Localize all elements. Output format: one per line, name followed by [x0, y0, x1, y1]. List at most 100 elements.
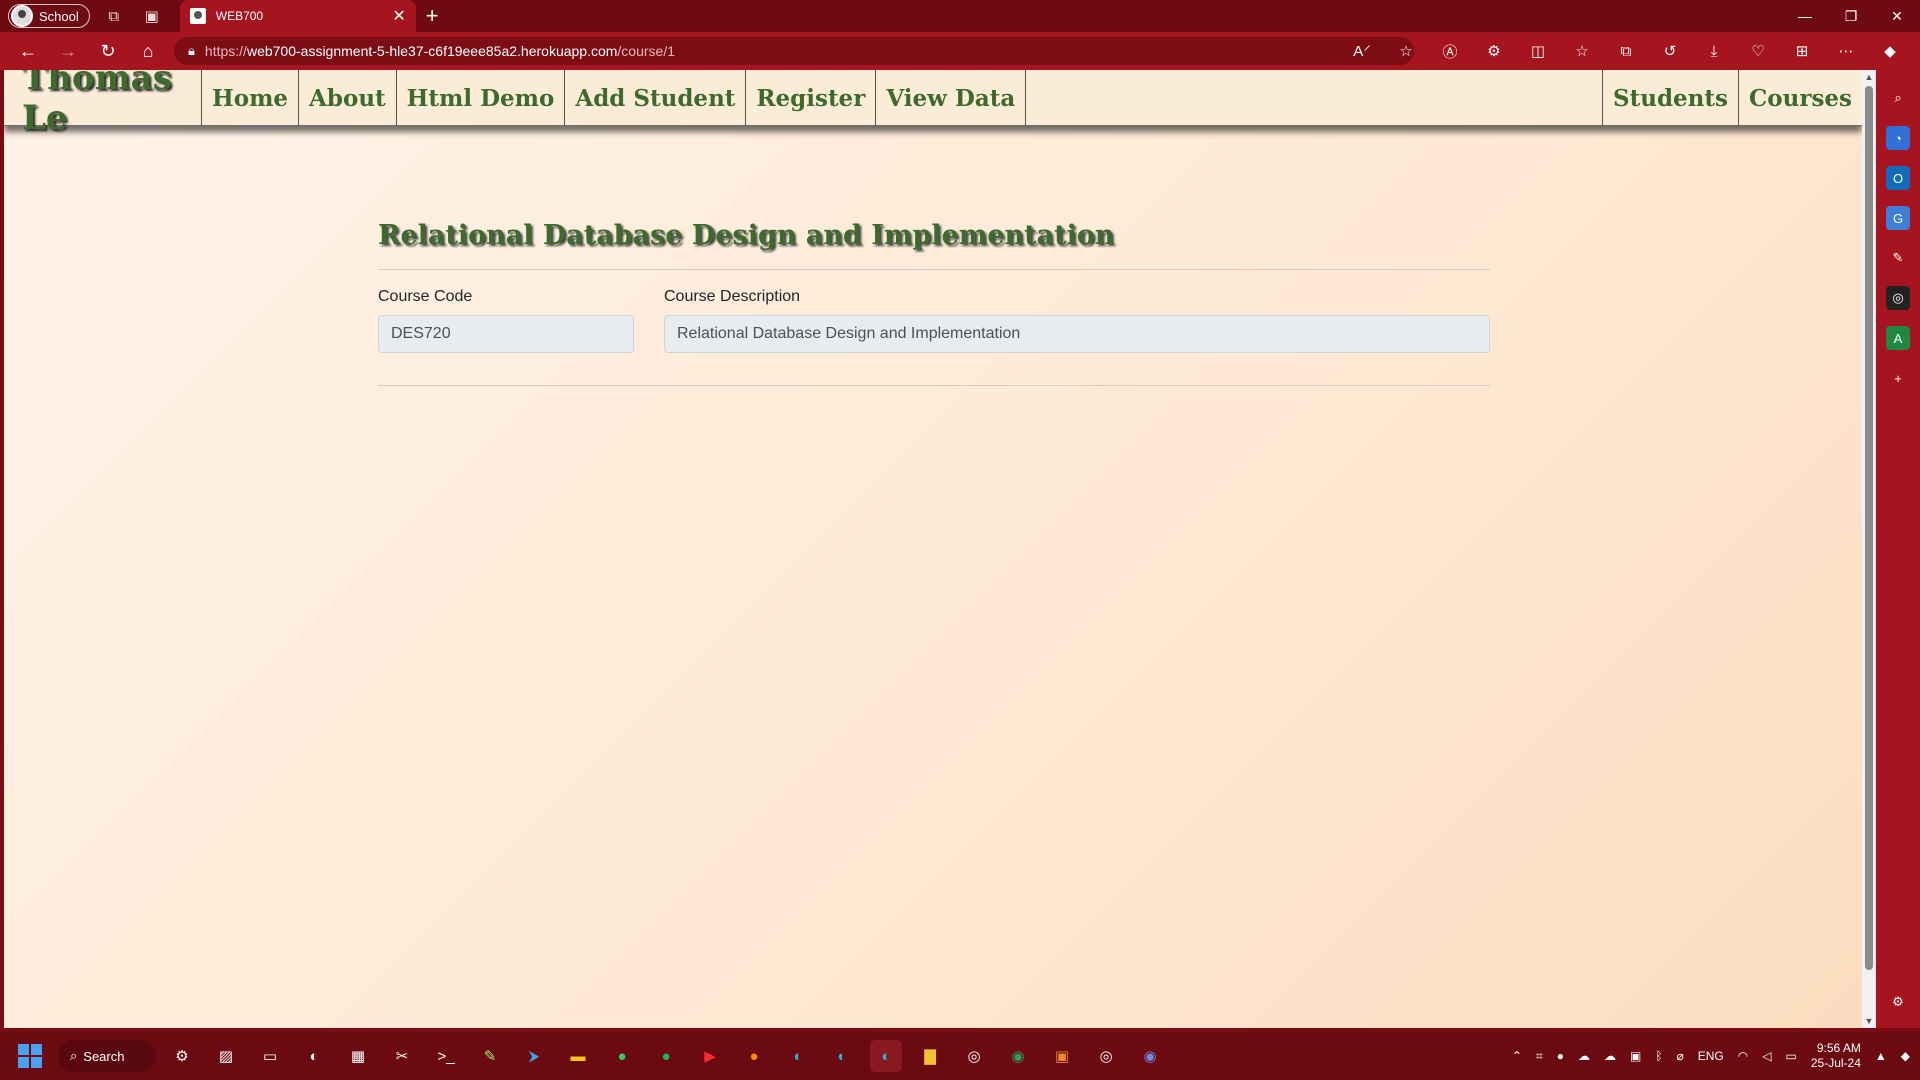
lock-icon[interactable]: 🔒︎: [188, 43, 195, 59]
downloads-icon[interactable]: ⤓: [1692, 43, 1736, 60]
copilot-taskbar-icon[interactable]: ◆: [1901, 1049, 1910, 1063]
snipping-app-icon[interactable]: ✂: [386, 1040, 418, 1072]
course-description-input[interactable]: Relational Database Design and Implement…: [664, 315, 1490, 353]
back-icon[interactable]: ←: [8, 32, 48, 70]
reader-icon[interactable]: Ⓐ: [1428, 41, 1472, 62]
site-navbar: Thomas Le Home About Html Demo Add Stude…: [4, 70, 1862, 138]
new-tab-icon[interactable]: +: [426, 3, 439, 29]
edge-icon[interactable]: ◐: [782, 1040, 814, 1072]
nav-html-demo[interactable]: Html Demo: [397, 70, 566, 126]
cloud-icon[interactable]: ☁: [1578, 1049, 1590, 1063]
wifi-icon[interactable]: ◠: [1738, 1049, 1748, 1063]
taskbar-search-label: Search: [83, 1048, 125, 1064]
vscode-app-icon[interactable]: ⮞: [518, 1040, 550, 1072]
chatgpt-app-icon[interactable]: ◎: [958, 1040, 990, 1072]
sidebar-app-icon[interactable]: A: [1886, 326, 1910, 350]
clock-time: 9:56 AM: [1816, 1041, 1861, 1055]
performance-icon[interactable]: ♡: [1736, 42, 1780, 60]
nav-add-student[interactable]: Add Student: [565, 70, 747, 126]
sidebar-search-icon[interactable]: ⌕: [1886, 86, 1910, 110]
window-controls: — ❐ ✕: [1782, 0, 1920, 32]
spotify-icon[interactable]: ●: [650, 1040, 682, 1072]
notification-bell-icon[interactable]: ▲: [1875, 1049, 1887, 1063]
bluetooth-icon[interactable]: ᛒ: [1655, 1049, 1662, 1063]
toolbar-actions: A⸍ ☆ Ⓐ ⚙ ◫ ☆ ⧉ ↺ ⤓ ♡ ⊞ ⋯ ◆: [1340, 32, 1912, 70]
discord-icon[interactable]: ◉: [1134, 1040, 1166, 1072]
scroll-down-icon[interactable]: ▼: [1862, 1016, 1876, 1026]
scrollbar-thumb[interactable]: [1865, 86, 1873, 970]
calculator-app-icon[interactable]: ▦: [342, 1040, 374, 1072]
sidebar-copilot-icon[interactable]: ◔: [1886, 126, 1910, 150]
charts-app-icon[interactable]: ▇: [914, 1040, 946, 1072]
file-explorer-icon[interactable]: ▬: [562, 1040, 594, 1072]
add-sidebar-app-icon[interactable]: +: [1886, 366, 1910, 390]
mic-icon[interactable]: ●: [1557, 1049, 1564, 1063]
extensions-icon[interactable]: ⚙: [1472, 42, 1516, 60]
desktop-app-icon[interactable]: ▭: [254, 1040, 286, 1072]
more-icon[interactable]: ⋯: [1824, 42, 1868, 60]
profile-label: School: [39, 8, 79, 24]
close-window-icon[interactable]: ✕: [1874, 0, 1920, 32]
split-screen-icon[interactable]: ◫: [1516, 42, 1560, 60]
notepad-app-icon[interactable]: ✎: [474, 1040, 506, 1072]
nav-courses[interactable]: Courses: [1739, 70, 1862, 126]
terminal-app-icon[interactable]: >_: [430, 1040, 462, 1072]
gamepad-icon[interactable]: ▣: [1630, 1049, 1641, 1063]
browser-app-icon[interactable]: ◐: [298, 1040, 330, 1072]
clock[interactable]: 9:56 AM 25-Jul-24: [1811, 1041, 1861, 1071]
volume-icon[interactable]: ◁: [1762, 1049, 1771, 1063]
android-app-icon[interactable]: ◉: [1002, 1040, 1034, 1072]
obs-app-icon[interactable]: ◎: [1090, 1040, 1122, 1072]
profile-button[interactable]: School: [8, 4, 90, 28]
copilot-icon[interactable]: ◆: [1868, 42, 1912, 60]
microphone-icon[interactable]: ⌀: [1677, 1049, 1684, 1063]
history-icon[interactable]: ↺: [1648, 42, 1692, 60]
show-hidden-icon[interactable]: ⌃: [1512, 1049, 1522, 1063]
whatsapp-icon[interactable]: ●: [606, 1040, 638, 1072]
firefox-icon[interactable]: ●: [738, 1040, 770, 1072]
photos-app-icon[interactable]: ▨: [210, 1040, 242, 1072]
java-app-icon[interactable]: ▣: [1046, 1040, 1078, 1072]
browser-tab-active[interactable]: WEB700 ✕: [179, 0, 416, 32]
workspaces-icon[interactable]: ⧉: [100, 2, 128, 30]
settings-app-icon[interactable]: ⚙: [166, 1040, 198, 1072]
onedrive-icon[interactable]: ☁: [1604, 1049, 1616, 1063]
tab-favicon: [189, 8, 206, 24]
scroll-up-icon[interactable]: ▲: [1862, 72, 1876, 82]
browser-toolbar: ← → ↻ ⌂ 🔒︎ https://web700-assignment-5-h…: [0, 32, 1920, 70]
edge-dev-icon[interactable]: ◐: [826, 1040, 858, 1072]
read-aloud-icon[interactable]: A⸍: [1340, 41, 1384, 61]
forward-icon[interactable]: →: [48, 32, 88, 70]
chatgpt-icon[interactable]: ◎: [1886, 286, 1910, 310]
apps-icon[interactable]: ⊞: [1780, 42, 1824, 60]
home-icon[interactable]: ⌂: [128, 32, 168, 70]
restore-icon[interactable]: ❐: [1828, 0, 1874, 32]
youtube-icon[interactable]: ▶: [694, 1040, 726, 1072]
slack-icon[interactable]: ⌗: [1536, 1049, 1543, 1064]
address-bar[interactable]: 🔒︎ https://web700-assignment-5-hle37-c6f…: [174, 37, 1414, 65]
nav-home[interactable]: Home: [202, 70, 300, 126]
taskbar-search[interactable]: ⌕ Search: [58, 1040, 156, 1072]
close-tab-icon[interactable]: ✕: [392, 6, 405, 26]
favorites-icon[interactable]: ☆: [1560, 42, 1604, 60]
favorite-star-icon[interactable]: ☆: [1384, 42, 1428, 60]
nav-students[interactable]: Students: [1603, 70, 1739, 126]
start-windows-icon[interactable]: [18, 1044, 42, 1068]
nav-about[interactable]: About: [299, 70, 397, 126]
course-code-input[interactable]: DES720: [378, 315, 634, 353]
nav-view-data[interactable]: View Data: [876, 70, 1027, 126]
site-brand[interactable]: Thomas Le: [4, 70, 202, 138]
drop-icon[interactable]: ✎: [1886, 246, 1910, 270]
page-scrollbar[interactable]: ▲ ▼: [1862, 70, 1876, 1028]
nav-register[interactable]: Register: [746, 70, 877, 126]
minimize-icon[interactable]: —: [1782, 0, 1828, 32]
refresh-icon[interactable]: ↻: [88, 32, 128, 70]
battery-icon[interactable]: ▭: [1786, 1049, 1797, 1063]
translator-icon[interactable]: G: [1886, 206, 1910, 230]
edge-active-icon[interactable]: ◐: [870, 1040, 902, 1072]
outlook-icon[interactable]: O: [1886, 166, 1910, 190]
tab-actions-icon[interactable]: ▣: [138, 2, 166, 30]
collections-icon[interactable]: ⧉: [1604, 43, 1648, 60]
sidebar-settings-icon[interactable]: ⚙: [1886, 990, 1910, 1014]
language-indicator[interactable]: ENG: [1698, 1049, 1724, 1063]
